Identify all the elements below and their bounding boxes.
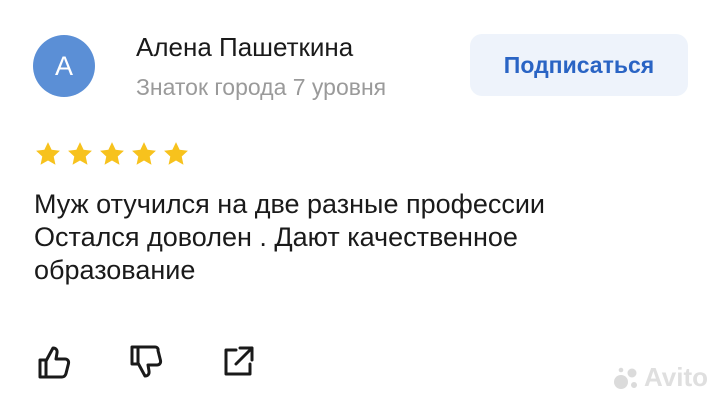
rating-stars [34,140,190,168]
review-actions [34,342,274,382]
review-line: Остался доволен . Дают качественное [34,222,518,252]
review-line: Муж отучился на две разные профессии [34,189,546,219]
thumbs-down-icon[interactable] [126,342,166,382]
user-name[interactable]: Алена Пашеткина [136,32,353,63]
user-level: Знаток города 7 уровня [136,74,387,100]
star-icon [164,142,188,165]
star-icon [36,142,60,165]
avatar-letter: А [54,50,73,81]
avatar[interactable]: А [33,35,95,97]
review-text: Муж отучился на две разные профессии Ост… [34,188,694,287]
review-card: А Алена Пашеткина Знаток города 7 уровня… [0,0,720,405]
subscribe-button[interactable]: Подписаться [470,34,688,96]
star-icon [132,142,156,165]
thumbs-up-icon[interactable] [34,342,74,382]
avito-watermark: Avito [612,362,708,393]
star-icon [68,142,92,165]
avito-logo-icon [614,367,637,389]
watermark-text: Avito [644,362,709,392]
review-line: образование [34,255,196,285]
share-icon[interactable] [218,342,258,382]
star-icon [100,142,124,165]
